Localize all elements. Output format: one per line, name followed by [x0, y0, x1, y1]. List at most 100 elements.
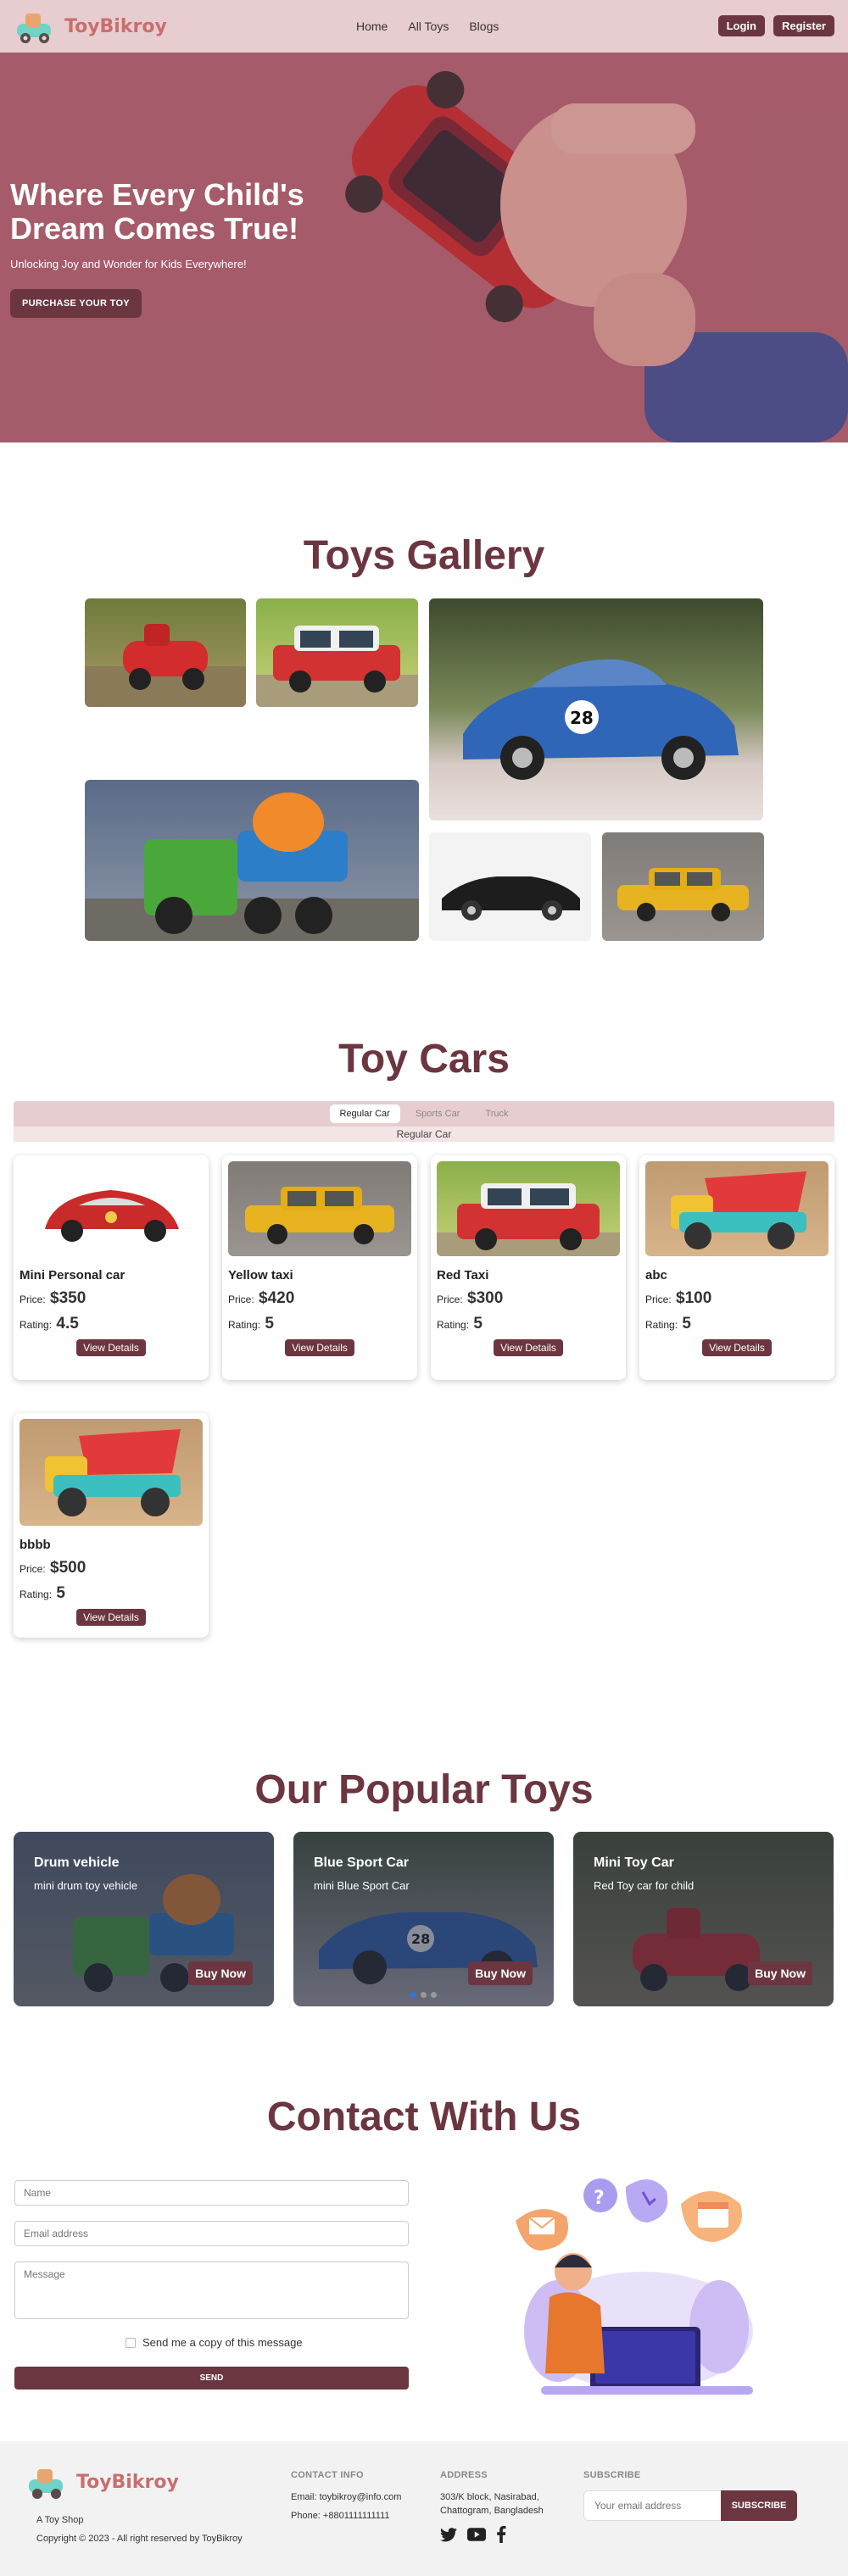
copy-checkbox-label: Send me a copy of this message [142, 2336, 303, 2349]
customer-support-illustration: ? [516, 2178, 753, 2395]
toy-rating: Rating: 5 [228, 1315, 411, 1333]
price-label: Price: [228, 1294, 254, 1305]
carousel-dot[interactable] [421, 1992, 427, 1998]
toy-card-image [437, 1161, 620, 1256]
rating-value: 4.5 [56, 1315, 79, 1333]
footer-tagline: A Toy Shop [36, 2515, 84, 2525]
nav-link-blogs[interactable]: Blogs [469, 19, 499, 33]
dump-truck-image [671, 1171, 806, 1249]
email-input[interactable] [14, 2221, 409, 2246]
rating-value: 5 [265, 1315, 274, 1333]
subscribe-email-input[interactable] [583, 2490, 721, 2521]
red-mini-car-image [256, 626, 418, 707]
copy-checkbox[interactable] [126, 2337, 136, 2348]
price-value: $500 [50, 1559, 86, 1577]
popular-toy-desc: mini drum toy vehicle [34, 1879, 138, 1892]
tab-truck[interactable]: Truck [475, 1104, 518, 1123]
hero-banner: Where Every Child's Dream Comes True! Un… [0, 53, 848, 442]
subscribe-form: SUBSCRIBE [583, 2490, 797, 2521]
youtube-icon[interactable] [467, 2528, 486, 2541]
gallery-image: 28 [429, 598, 763, 821]
view-details-button[interactable]: View Details [702, 1339, 772, 1356]
view-details-button[interactable]: View Details [285, 1339, 354, 1356]
toy-cars-title: Toy Cars [338, 1037, 510, 1082]
brand-logo[interactable]: ToyBikroy [14, 8, 167, 44]
toy-name: Red Taxi [437, 1268, 489, 1282]
popular-toy-name: Drum vehicle [34, 1855, 120, 1870]
toy-card-image [20, 1419, 203, 1526]
popular-toy-name: Mini Toy Car [594, 1855, 674, 1870]
copy-checkbox-row: Send me a copy of this message [126, 2336, 303, 2349]
gallery-image [256, 598, 418, 707]
carousel-dot[interactable] [431, 1992, 437, 1998]
nav-link-all-toys[interactable]: All Toys [408, 19, 449, 33]
toy-card: abc Price: $100 Rating: 5 View Details [639, 1155, 834, 1380]
carousel-dot-active[interactable] [410, 1992, 416, 1998]
view-details-button[interactable]: View Details [76, 1339, 146, 1356]
toy-rating: Rating: 5 [20, 1584, 203, 1603]
send-button[interactable]: SEND [14, 2367, 409, 2390]
register-button[interactable]: Register [773, 15, 834, 36]
purchase-toy-button[interactable]: PURCHASE YOUR TOY [10, 289, 142, 318]
contact-section: Contact With Us [0, 2094, 848, 2140]
popular-toy-desc: Red Toy car for child [594, 1879, 695, 1892]
popular-card: Drum vehicle mini drum toy vehicle Buy N… [14, 1832, 274, 2006]
message-textarea[interactable] [14, 2262, 409, 2319]
gallery-title: Toys Gallery [303, 533, 545, 578]
rating-label: Rating: [20, 1588, 53, 1600]
price-value: $300 [467, 1289, 504, 1307]
hero-title: Where Every Child's Dream Comes True! [10, 177, 304, 246]
toy-car-logo-icon [29, 2469, 63, 2499]
view-details-button[interactable]: View Details [494, 1339, 563, 1356]
popular-toy-desc: mini Blue Sport Car [314, 1879, 410, 1892]
toy-card: bbbb Price: $500 Rating: 5 View Details [14, 1413, 209, 1638]
buy-now-button[interactable]: Buy Now [748, 1961, 812, 1985]
rating-value: 5 [682, 1315, 691, 1333]
toy-rating: Rating: 5 [645, 1315, 828, 1333]
toy-name: Yellow taxi [228, 1268, 293, 1282]
toy-price: Price: $500 [20, 1559, 203, 1577]
rating-label: Rating: [228, 1319, 261, 1331]
price-value: $350 [50, 1289, 86, 1307]
login-button[interactable]: Login [717, 15, 765, 36]
price-label: Price: [20, 1294, 46, 1305]
toy-card: Mini Personal car Price: $350 Rating: 4.… [14, 1155, 209, 1380]
gallery-section: Toys Gallery [0, 532, 848, 579]
nav-link-home[interactable]: Home [356, 19, 388, 33]
toy-name: bbbb [20, 1538, 51, 1552]
green-truck-image [85, 793, 419, 941]
svg-text:?: ? [594, 2188, 605, 2209]
name-input[interactable] [14, 2180, 409, 2206]
navbar: ToyBikroy Home All Toys Blogs Login Regi… [0, 0, 848, 53]
footer-copyright: Copyright © 2023 - All right reserved by… [36, 2534, 243, 2544]
toy-cars-section: Toy Cars [0, 1036, 848, 1082]
toy-car-logo-icon [17, 14, 51, 43]
gallery-image [85, 780, 419, 941]
dump-truck-image [45, 1429, 181, 1516]
social-icons [440, 2526, 506, 2543]
price-label: Price: [20, 1563, 46, 1575]
toy-card-grid: Mini Personal car Price: $350 Rating: 4.… [14, 1155, 834, 1647]
footer-brand[interactable]: ToyBikroy [25, 2463, 179, 2501]
buy-now-button[interactable]: Buy Now [468, 1961, 533, 1985]
red-mini-car-image [437, 1183, 620, 1256]
facebook-icon[interactable] [496, 2526, 506, 2543]
toy-name: Mini Personal car [20, 1268, 126, 1282]
footer-brand-name: ToyBikroy [76, 2471, 179, 2493]
tab-sports-car[interactable]: Sports Car [405, 1104, 471, 1123]
toy-card-image [228, 1161, 411, 1256]
buy-now-button[interactable]: Buy Now [188, 1961, 253, 1985]
subscribe-button[interactable]: SUBSCRIBE [721, 2490, 797, 2521]
nav-links: Home All Toys Blogs [356, 0, 499, 53]
tab-regular-car[interactable]: Regular Car [329, 1104, 400, 1123]
popular-carousel: Drum vehicle mini drum toy vehicle Buy N… [0, 1832, 848, 2027]
twitter-icon[interactable] [440, 2527, 457, 2542]
price-value: $420 [259, 1289, 295, 1307]
hero-subtitle: Unlocking Joy and Wonder for Kids Everyw… [10, 258, 247, 270]
view-details-button[interactable]: View Details [76, 1609, 146, 1626]
toy-rating: Rating: 4.5 [20, 1315, 203, 1333]
rating-value: 5 [56, 1584, 65, 1602]
rating-label: Rating: [645, 1319, 678, 1331]
yellow-taxi-image [617, 868, 749, 921]
contact-title: Contact With Us [266, 2095, 582, 2139]
